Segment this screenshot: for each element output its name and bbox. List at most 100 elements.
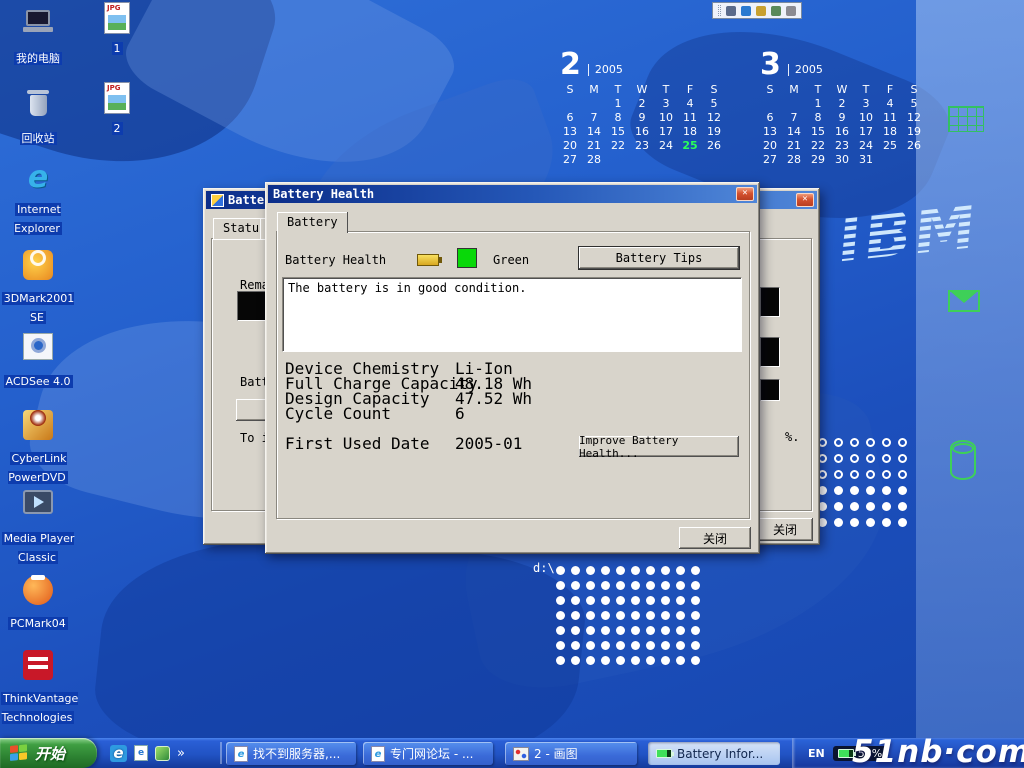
gauge-display (760, 379, 780, 401)
dot (601, 566, 610, 575)
calendar-grid: SMTWTFS123456789101112131415161718192021… (558, 83, 734, 167)
powerdvd-icon (21, 410, 55, 444)
tab-battery[interactable]: Battery (277, 212, 348, 233)
task-button-forum[interactable]: e 专门网论坛 - ... (363, 742, 493, 765)
task-button-battery-information[interactable]: Battery Infor... (648, 742, 780, 765)
task-button-paint[interactable]: 2 - 画图 (505, 742, 637, 765)
dot (661, 596, 670, 605)
toolbar-grip[interactable] (718, 5, 721, 16)
dot (834, 470, 843, 479)
dot (866, 438, 875, 447)
dot (676, 566, 685, 575)
dot (631, 611, 640, 620)
media-quicklaunch-icon[interactable] (155, 746, 170, 761)
display-icon[interactable] (741, 6, 751, 16)
health-status-text: Green (493, 253, 529, 267)
dot (631, 641, 640, 650)
desktop-icon-my-computer[interactable]: 我的电脑 (1, 6, 75, 66)
start-button[interactable]: 开始 (0, 738, 97, 768)
battery-icon (417, 254, 439, 266)
dot (691, 626, 700, 635)
dot (556, 641, 565, 650)
speaker-icon[interactable] (726, 6, 736, 16)
dot (676, 581, 685, 590)
dot (676, 626, 685, 635)
calendar-day: 31 (854, 153, 878, 167)
calendar-day: 13 (558, 125, 582, 139)
calendar-weekday: S (902, 83, 926, 97)
desktop-icon-thinkvantage[interactable]: ThinkVantage Technologies (1, 648, 75, 725)
dot (850, 454, 859, 463)
improve-battery-health-button[interactable]: Improve Battery Health... (579, 436, 739, 457)
calendar-day: 6 (558, 111, 582, 125)
desktop-icon-pcmark04[interactable]: PCMark04 (1, 563, 75, 631)
dot (601, 596, 610, 605)
dot (601, 626, 610, 635)
chevron-icon[interactable]: » (177, 746, 185, 761)
gauge-display (760, 287, 780, 317)
calendar-weekday: S (558, 83, 582, 97)
health-status-indicator (457, 248, 477, 268)
dot (616, 626, 625, 635)
ie-quicklaunch-icon[interactable]: e (110, 745, 127, 762)
desktop-file-2[interactable]: JPG 2 (80, 82, 154, 136)
desktop-file-1[interactable]: JPG 1 (80, 2, 154, 56)
calendar-day: 3 (654, 97, 678, 111)
close-icon[interactable]: ✕ (796, 193, 814, 207)
desktop-icon-acdsee[interactable]: ACDSee 4.0 (1, 330, 75, 389)
dot (882, 454, 891, 463)
dot (571, 656, 580, 665)
keyboard-icon[interactable] (786, 6, 796, 16)
calendar-day: 10 (654, 111, 678, 125)
calendar-day: 5 (902, 97, 926, 111)
desktop-icon-internet-explorer[interactable]: e Internet Explorer (1, 161, 75, 236)
gauge-display (760, 337, 780, 367)
calendar-day: 28 (582, 153, 606, 167)
dot (661, 626, 670, 635)
close-button[interactable]: 关闭 (757, 518, 813, 541)
condition-textbox[interactable]: The battery is in good condition. (282, 277, 742, 352)
thinkvantage-icon (21, 650, 55, 684)
language-indicator[interactable]: EN (808, 747, 825, 760)
dot (661, 656, 670, 665)
calendar-weekday: T (806, 83, 830, 97)
desktop-icon-3dmark2001[interactable]: 3DMark2001 SE (1, 246, 75, 325)
desktop-icon-recycle-bin[interactable]: 回收站 (1, 86, 75, 146)
dot (882, 518, 891, 527)
calendar-year: 2005 (788, 64, 823, 76)
battery-icon[interactable] (756, 6, 766, 16)
dot (631, 596, 640, 605)
battery-health-window: Battery Health ✕ Battery Battery Health … (265, 182, 760, 554)
battery-health-label: Battery Health (285, 253, 386, 267)
titlebar[interactable]: Battery Health ✕ (268, 185, 757, 203)
dot (646, 581, 655, 590)
close-button-label: 关闭 (703, 530, 727, 547)
dot (898, 438, 907, 447)
dot (661, 566, 670, 575)
dot (834, 454, 843, 463)
close-icon[interactable]: ✕ (736, 187, 754, 201)
network-icon[interactable] (771, 6, 781, 16)
battery-tips-button[interactable]: Battery Tips (579, 247, 739, 269)
task-button-ie-server[interactable]: e 找不到服务器,... (226, 742, 356, 765)
calendar-day: 25 (678, 139, 702, 153)
document-quicklaunch-icon[interactable]: e (134, 745, 148, 761)
calendar-day: 9 (630, 111, 654, 125)
task-label: 找不到服务器,... (253, 745, 340, 762)
dot (882, 470, 891, 479)
close-button[interactable]: 关闭 (679, 527, 751, 549)
dot (898, 502, 907, 511)
dot (631, 581, 640, 590)
dot (586, 581, 595, 590)
desktop-icon-media-player-classic[interactable]: Media Player Classic (1, 486, 75, 565)
desktop-icon-powerdvd[interactable]: CyberLink PowerDVD (1, 403, 75, 485)
dot (691, 641, 700, 650)
calendar-weekday: W (630, 83, 654, 97)
calendar-month: 2 (560, 52, 581, 78)
floating-toolbar[interactable] (712, 2, 802, 19)
calendar-day: 21 (782, 139, 806, 153)
calendar-day (678, 153, 702, 167)
calendar-day: 23 (830, 139, 854, 153)
taskbar-separator (220, 742, 222, 764)
desktop-icon-label: PCMark04 (8, 617, 67, 630)
